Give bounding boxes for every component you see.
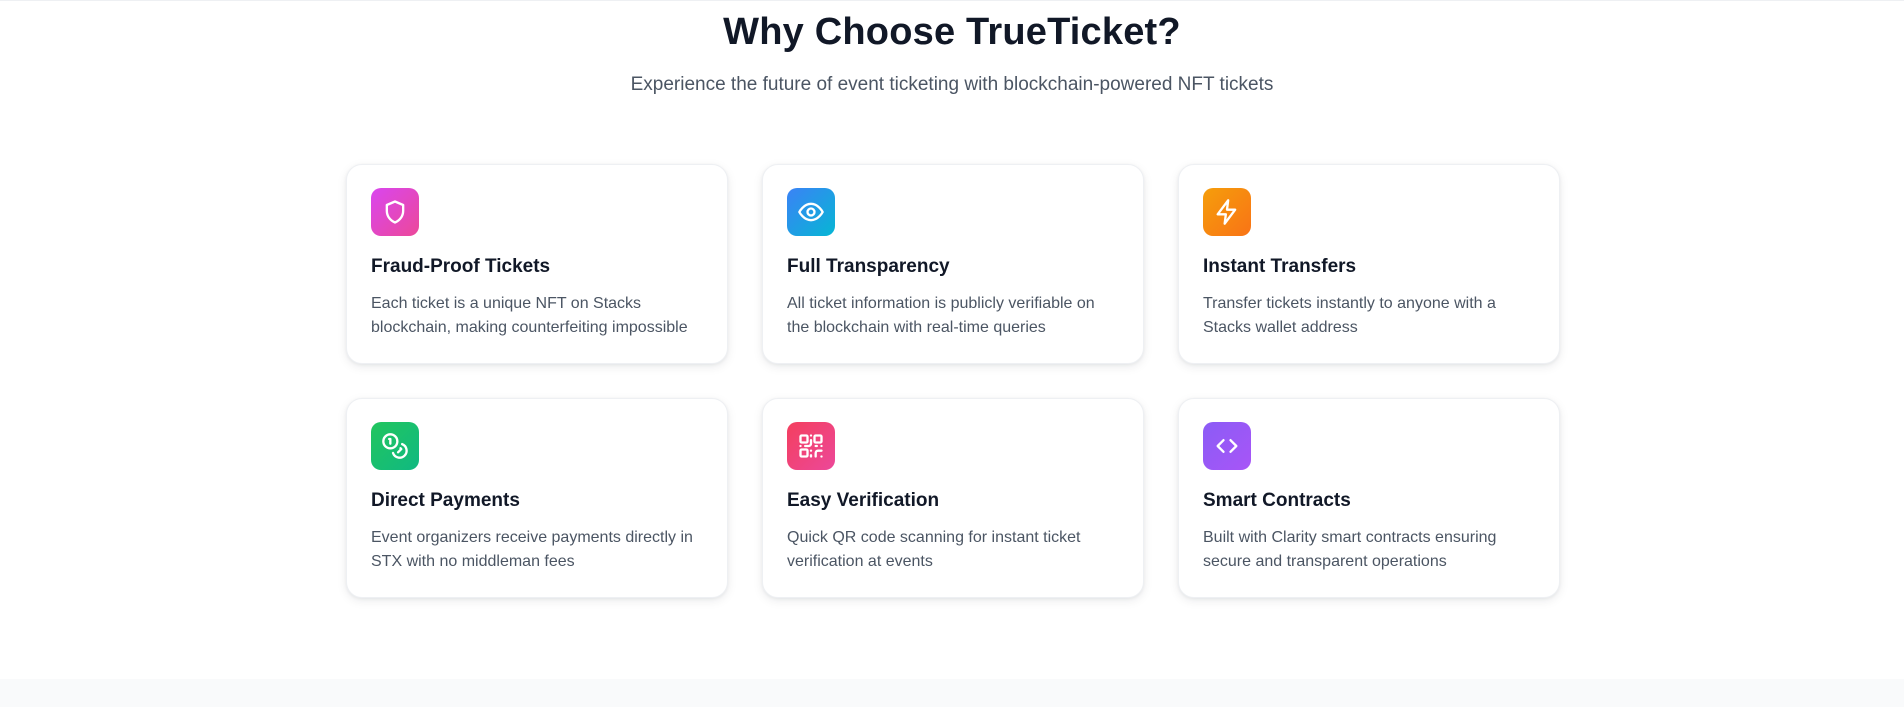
feature-description: Transfer tickets instantly to anyone wit… <box>1203 295 1496 336</box>
code-icon <box>1203 422 1251 470</box>
feature-description: Quick QR code scanning for instant ticke… <box>787 529 1081 570</box>
feature-description: All ticket information is publicly verif… <box>787 295 1095 336</box>
section-title: Why Choose TrueTicket? <box>723 11 1181 53</box>
feature-description: Event organizers receive payments direct… <box>371 529 693 570</box>
feature-card-fraud-proof: Fraud-Proof Tickets Each ticket is a uni… <box>346 164 728 364</box>
section-subtitle: Experience the future of event ticketing… <box>630 74 1274 95</box>
feature-description: Each ticket is a unique NFT on Stacks bl… <box>371 295 688 336</box>
feature-card-payments: Direct Payments Event organizers receive… <box>346 398 728 598</box>
eye-icon <box>787 188 835 236</box>
next-section-band <box>0 679 1904 707</box>
feature-description: Built with Clarity smart contracts ensur… <box>1203 529 1497 570</box>
feature-title: Easy Verification <box>787 490 940 511</box>
feature-card-smart-contracts: Smart Contracts Built with Clarity smart… <box>1178 398 1560 598</box>
feature-title: Direct Payments <box>371 490 520 511</box>
features-grid: Fraud-Proof Tickets Each ticket is a uni… <box>346 164 1560 598</box>
feature-card-transfers: Instant Transfers Transfer tickets insta… <box>1178 164 1560 364</box>
feature-title: Smart Contracts <box>1203 490 1351 511</box>
feature-card-transparency: Full Transparency All ticket information… <box>762 164 1144 364</box>
lightning-icon <box>1203 188 1251 236</box>
coins-icon <box>371 422 419 470</box>
feature-title: Instant Transfers <box>1203 256 1357 277</box>
feature-title: Fraud-Proof Tickets <box>371 256 551 277</box>
feature-card-verification: Easy Verification Quick QR code scanning… <box>762 398 1144 598</box>
shield-icon <box>371 188 419 236</box>
features-section: Why Choose TrueTicket? Experience the fu… <box>0 0 1904 707</box>
feature-title: Full Transparency <box>787 256 950 277</box>
qr-code-icon <box>787 422 835 470</box>
